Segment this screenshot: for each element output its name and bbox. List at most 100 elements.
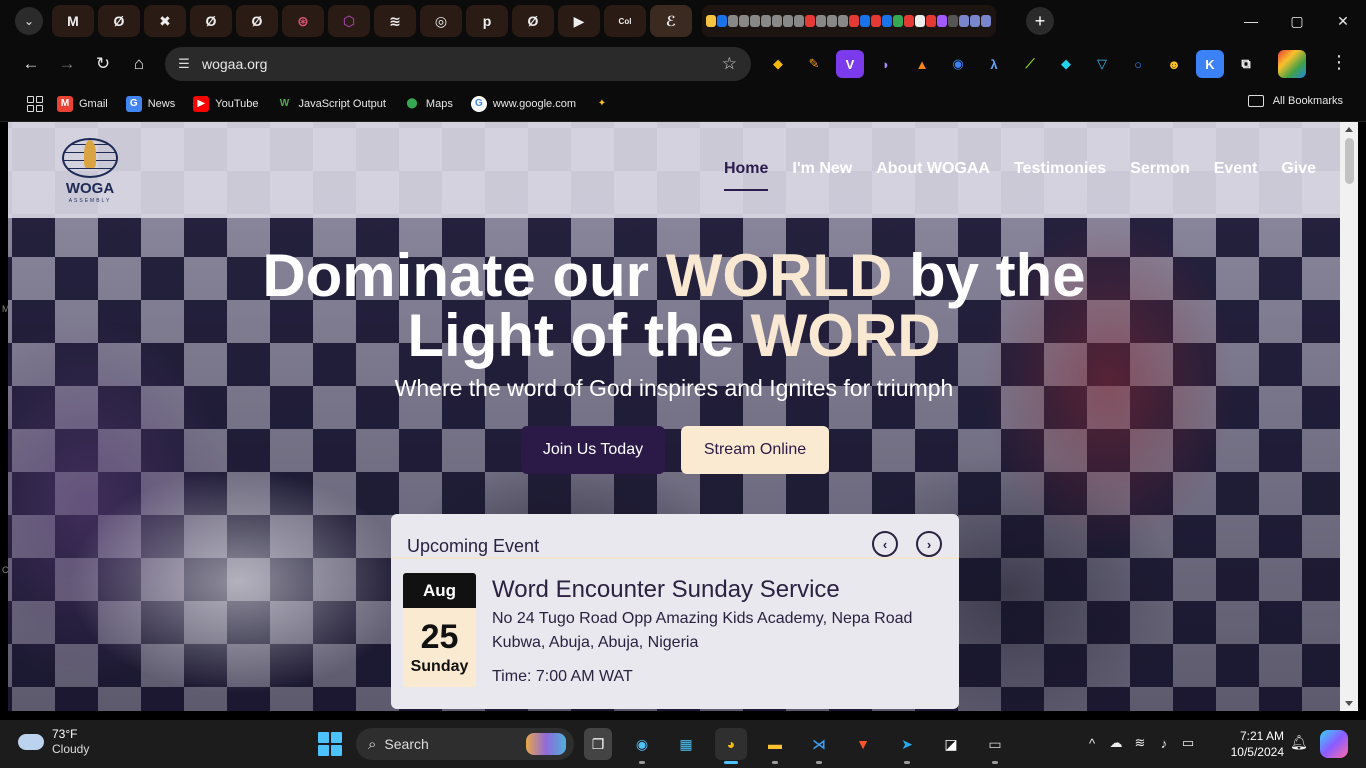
bookmark-javascript-output[interactable]: W JavaScript Output — [276, 96, 386, 112]
extension-icon[interactable]: K — [1196, 50, 1224, 78]
new-tab-button[interactable]: + — [1026, 7, 1054, 35]
taskbar: 73°F Cloudy ⌕ Search ❐ ◉ ▦ ◕ ▬ ⋊ ▼ ➤ ◪ ▭… — [0, 720, 1366, 768]
browser-tab[interactable]: Ø — [190, 5, 232, 37]
logo-subtext: ASSEMBLY — [68, 198, 112, 204]
pin-icon: ✦ — [597, 98, 607, 109]
browser-tab[interactable]: Ø — [236, 5, 278, 37]
hero-line2-accent: WORD — [750, 302, 941, 369]
task-view-icon[interactable]: ❐ — [584, 728, 612, 760]
gmail-tab[interactable]: M — [52, 5, 94, 37]
youtube-icon: ▶ — [193, 95, 210, 112]
browser-tab[interactable]: Col — [604, 5, 646, 37]
bookmark-maps[interactable]: ⬤ Maps — [404, 96, 453, 112]
profile-avatar[interactable] — [1278, 50, 1306, 78]
telegram-icon[interactable]: ➤ — [891, 728, 923, 764]
browser-tab[interactable]: p — [466, 5, 508, 37]
nav-sermon[interactable]: Sermon — [1130, 160, 1190, 178]
brave-icon[interactable]: ▼ — [847, 728, 879, 760]
browser-tab[interactable]: ⬡ — [328, 5, 370, 37]
url-text[interactable]: wogaa.org — [202, 56, 267, 72]
nav-home[interactable]: Home — [723, 160, 769, 191]
apps-grid-icon[interactable] — [27, 95, 43, 112]
bookmark-star-icon[interactable]: ☆ — [722, 54, 737, 74]
divider — [391, 557, 959, 559]
browser-menu-icon[interactable]: ⋮ — [1330, 52, 1348, 73]
collapsed-tabs[interactable] — [702, 5, 996, 37]
extension-icon[interactable]: ⟋ — [1016, 50, 1044, 78]
browser-tab[interactable]: Ø — [512, 5, 554, 37]
extension-icon[interactable]: ☻ — [1160, 50, 1188, 78]
nav-testimonies[interactable]: Testimonies — [1014, 160, 1106, 178]
chrome-icon[interactable]: ◕ — [715, 728, 747, 764]
taskbar-search[interactable]: ⌕ Search — [356, 728, 574, 760]
bookmark-google[interactable]: Gwww.google.com — [470, 95, 576, 112]
extension-icon[interactable]: V — [836, 50, 864, 78]
metamask-icon[interactable]: ▲ — [908, 50, 936, 78]
extension-icon[interactable]: ▽ — [1088, 50, 1116, 78]
store-icon[interactable]: ▦ — [670, 728, 702, 760]
extension-icon[interactable]: ◆ — [1052, 50, 1080, 78]
tab-search-chevron-icon[interactable]: ⌄ — [15, 7, 43, 35]
edge-icon[interactable]: ◉ — [626, 728, 658, 764]
extension-icon[interactable]: λ — [980, 50, 1008, 78]
event-address: No 24 Tugo Road Opp Amazing Kids Academy… — [492, 610, 913, 651]
copilot-icon[interactable] — [1320, 730, 1348, 758]
vscode-icon[interactable]: ⋊ — [803, 728, 835, 764]
browser-tab[interactable]: ✖ — [144, 5, 186, 37]
extension-icon[interactable]: ○ — [1124, 50, 1152, 78]
bookmark-gmail[interactable]: M Gmail — [57, 95, 108, 112]
onedrive-icon[interactable]: ☁ — [1107, 734, 1125, 752]
home-icon[interactable]: ⌂ — [122, 47, 156, 81]
scroll-up-icon[interactable] — [1345, 127, 1353, 132]
browser-tab[interactable]: ▶ — [558, 5, 600, 37]
nav-event[interactable]: Event — [1214, 160, 1258, 178]
site-info-icon[interactable]: ☰ — [172, 52, 196, 76]
browser-tab[interactable]: ◎ — [420, 5, 462, 37]
folder-icon — [1247, 95, 1264, 107]
maximize-icon[interactable]: ▢ — [1274, 0, 1320, 42]
extensions-puzzle-icon[interactable]: ⧉ — [1232, 50, 1260, 78]
nav-give[interactable]: Give — [1281, 160, 1316, 178]
windows-start-icon[interactable] — [318, 732, 342, 756]
address-bar[interactable]: ☰ wogaa.org ☆ — [165, 47, 751, 81]
extension-icon[interactable]: ✎ — [800, 50, 828, 78]
battery-icon[interactable]: ▭ — [1179, 734, 1197, 752]
all-bookmarks-button[interactable]: All Bookmarks — [1247, 95, 1343, 107]
forward-icon[interactable]: → — [50, 47, 84, 81]
notification-bell-icon[interactable]: 🔔︎ — [1290, 734, 1308, 751]
browser-tab[interactable]: ℰ — [650, 5, 692, 37]
reload-icon[interactable]: ↻ — [86, 47, 120, 81]
join-us-button[interactable]: Join Us Today — [521, 426, 665, 474]
browser-tab[interactable]: ⊛ — [282, 5, 324, 37]
scrollbar-thumb[interactable] — [1345, 138, 1354, 184]
file-explorer-icon[interactable]: ▬ — [759, 728, 791, 764]
back-icon[interactable]: ← — [14, 47, 48, 81]
browser-tab[interactable]: Ø — [98, 5, 140, 37]
page-scrollbar[interactable] — [1340, 122, 1358, 711]
wifi-icon[interactable]: ≋ — [1131, 734, 1149, 752]
woga-logo[interactable]: WOGA ASSEMBLY — [60, 138, 120, 204]
nav-im-new[interactable]: I'm New — [792, 160, 852, 178]
previous-event-chevron-icon[interactable]: ‹ — [872, 531, 898, 557]
weather-widget[interactable]: 73°F Cloudy — [18, 727, 89, 757]
next-event-chevron-icon[interactable]: › — [916, 531, 942, 557]
taskbar-clock[interactable]: 7:21 AM 10/5/2024 — [1226, 728, 1284, 760]
extension-icon[interactable]: ◆ — [764, 50, 792, 78]
extension-icon[interactable]: ◗ — [872, 50, 900, 78]
bookmark-extra[interactable]: ✦ — [594, 96, 616, 112]
capcut-icon[interactable]: ◪ — [935, 728, 967, 760]
extension-icon[interactable]: ◉ — [944, 50, 972, 78]
close-icon[interactable]: ✕ — [1320, 0, 1366, 42]
bookmark-youtube[interactable]: ▶ YouTube — [193, 95, 258, 112]
bookmark-news[interactable]: G News — [125, 95, 175, 112]
taskbar-search-label: Search — [384, 736, 429, 752]
minimize-icon[interactable]: — — [1228, 0, 1274, 42]
nav-about[interactable]: About WOGAA — [876, 160, 990, 178]
scroll-down-icon[interactable] — [1345, 701, 1353, 706]
event-title[interactable]: Word Encounter Sunday Service — [492, 576, 840, 604]
browser-tab[interactable]: ≋ — [374, 5, 416, 37]
terminal-icon[interactable]: ▭ — [979, 728, 1011, 764]
volume-icon[interactable]: ♪ — [1155, 734, 1173, 752]
chevron-up-icon[interactable]: ^ — [1083, 734, 1101, 752]
stream-online-button[interactable]: Stream Online — [681, 426, 829, 474]
